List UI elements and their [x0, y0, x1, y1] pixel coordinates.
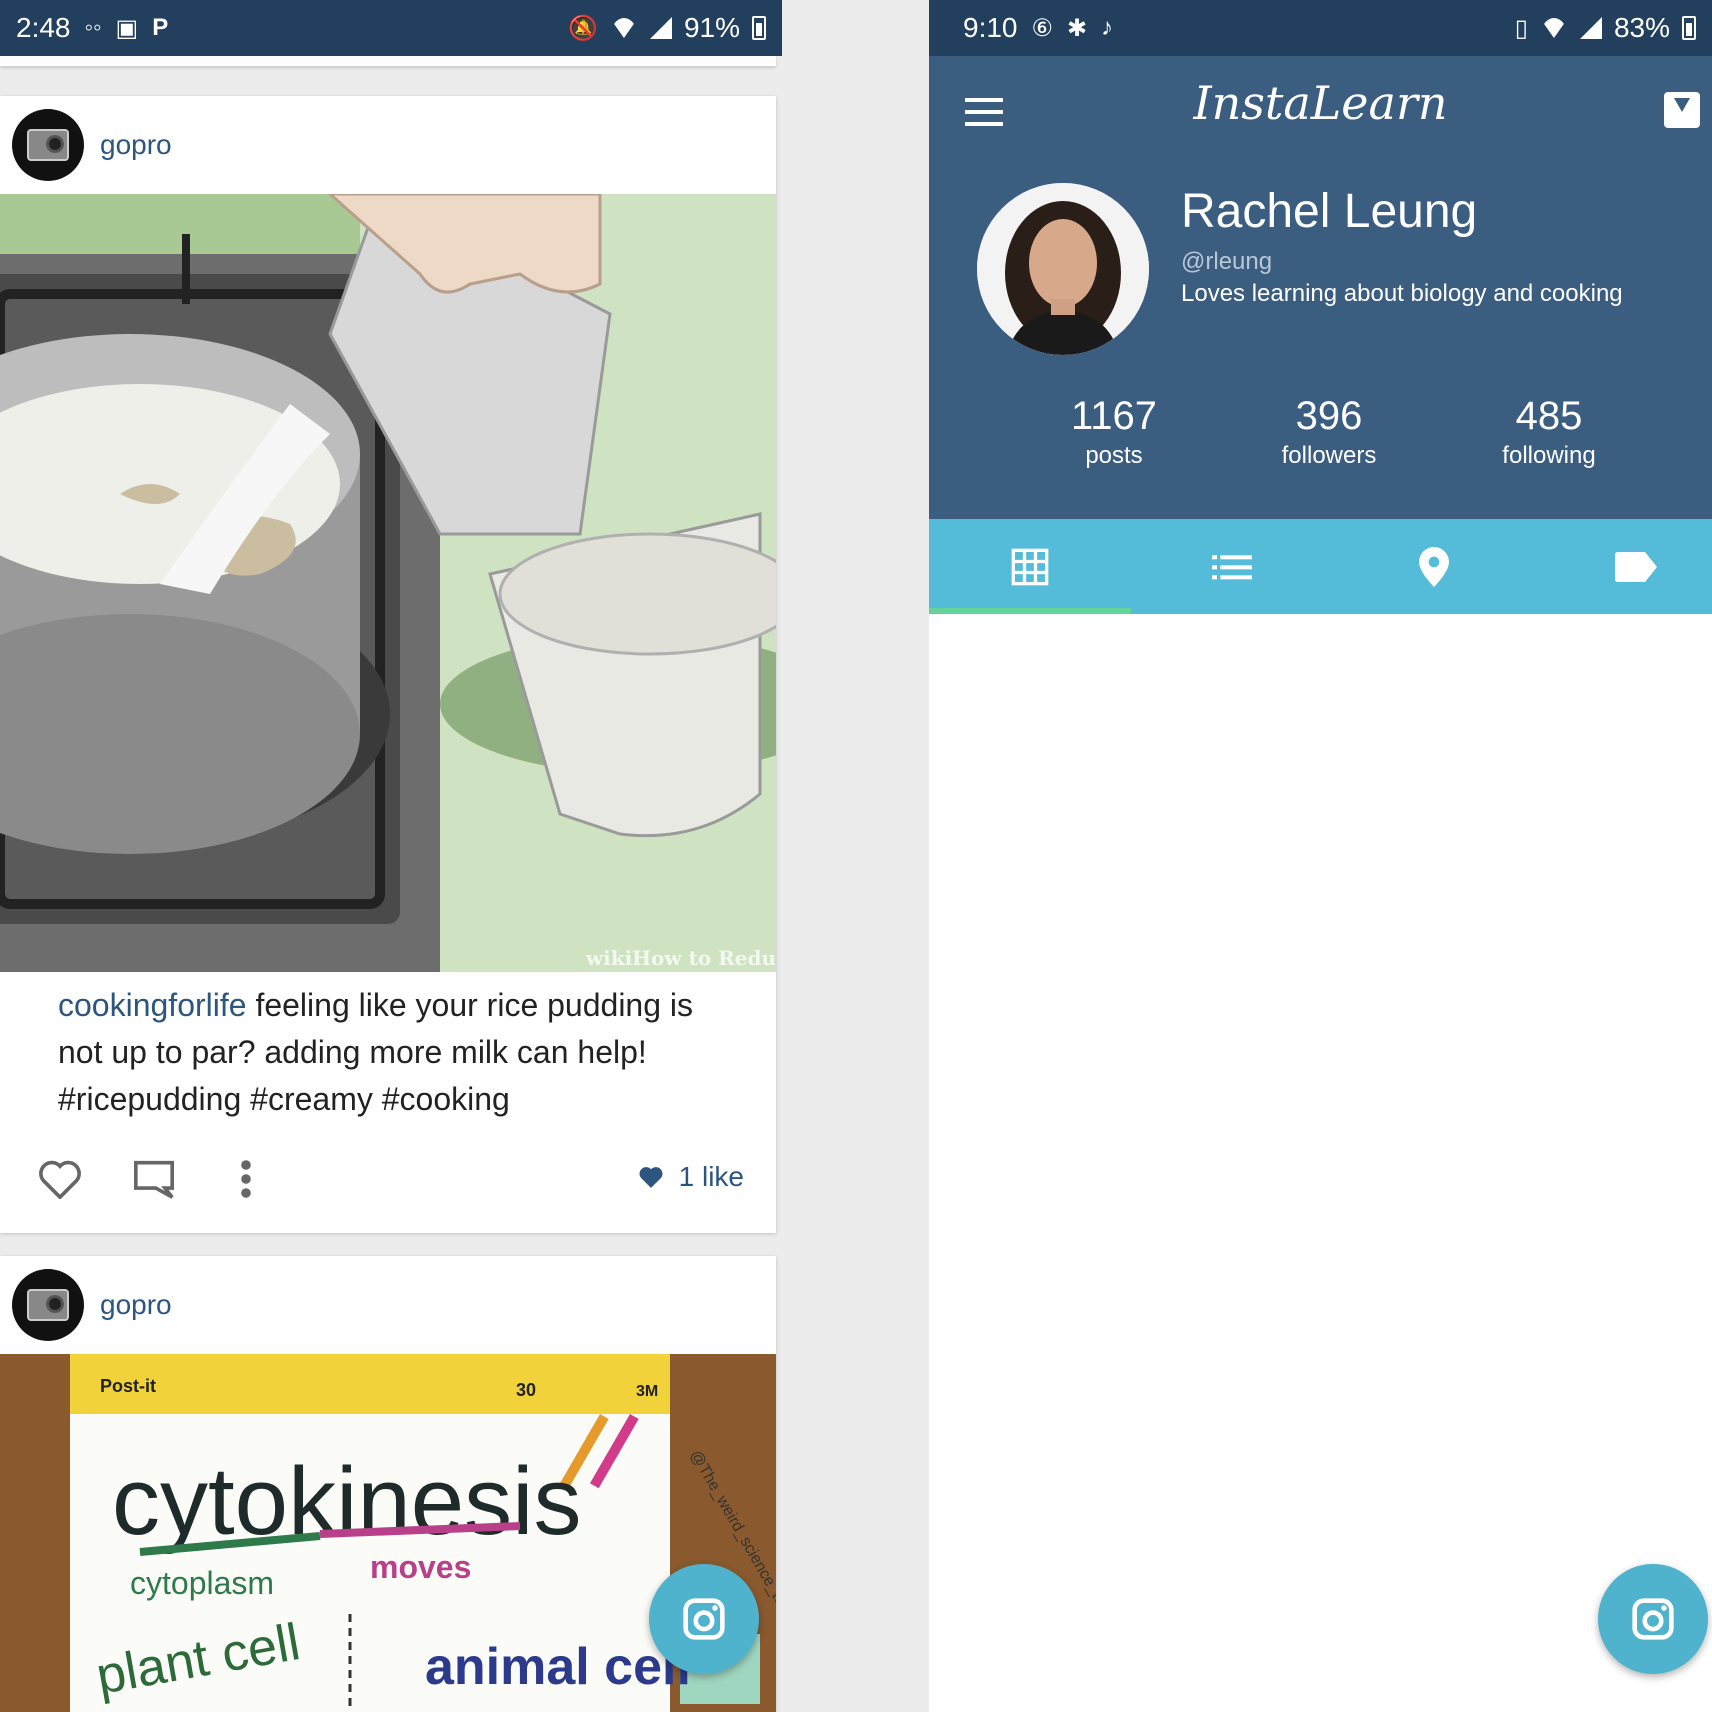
tab-tag[interactable]: [1535, 519, 1712, 614]
camera-icon: [683, 1598, 725, 1640]
profile-handle: @rleung: [1181, 248, 1273, 275]
status-bar: 9:10 ⑥ ✱ ♪ ▯ 83%: [929, 0, 1712, 56]
parking-icon: P: [152, 14, 169, 41]
more-options-icon[interactable]: [240, 1159, 252, 1204]
battery-icon: [752, 16, 766, 40]
vibrate-icon: ▯: [1514, 14, 1528, 42]
previous-post-card-edge: [0, 56, 776, 66]
app-logo: InstaLearn: [1193, 76, 1448, 130]
post-image[interactable]: wikiHow to Redu: [0, 194, 776, 972]
tag-icon: [1615, 551, 1657, 582]
status-time: 9:10: [963, 12, 1018, 43]
active-tab-indicator: [929, 608, 1131, 614]
tiktok-icon: ♪: [1101, 14, 1114, 41]
stat-followers[interactable]: 396 followers: [1229, 392, 1429, 472]
image-watermark: wikiHow to Redu: [585, 946, 776, 970]
post-image[interactable]: Post-it 30 3M cytokinesis cytoplasm move…: [0, 1354, 776, 1712]
image-icon: ▣: [115, 14, 139, 42]
tab-grid[interactable]: [929, 519, 1131, 614]
heart-filled-icon: [639, 1167, 663, 1188]
poster-maker: 3M: [636, 1383, 658, 1400]
heart-outline-icon[interactable]: [38, 1159, 82, 1204]
sync-app-icon: ⑥: [1031, 14, 1054, 42]
profile-bio: Loves learning about biology and cooking: [1181, 280, 1623, 307]
stat-value: 1167: [1070, 394, 1157, 438]
mute-notifications-icon: 🔕: [568, 14, 598, 42]
poster-animal: animal cell: [425, 1638, 691, 1696]
stat-label: followers: [1281, 442, 1377, 469]
like-count[interactable]: 1 like: [637, 1161, 744, 1193]
voicemail-icon: ◦◦: [84, 14, 102, 41]
location-pin-icon: [1419, 546, 1449, 587]
poster-title: cytokinesis: [112, 1448, 582, 1555]
profile-screen: InstaLearn Rachel Leung @rleung Loves le…: [929, 0, 1712, 1712]
signal-icon: [1579, 17, 1602, 39]
cytokinesis-poster-image: Post-it 30 3M cytokinesis cytoplasm move…: [0, 1354, 776, 1712]
battery-percent: 83%: [1613, 12, 1670, 43]
tab-location[interactable]: [1333, 519, 1535, 614]
stat-value: 396: [1295, 394, 1363, 438]
post-actions: 1 like: [0, 1123, 776, 1233]
signal-icon: [649, 17, 672, 39]
post-header[interactable]: gopro: [0, 96, 776, 194]
camera-icon: [1632, 1598, 1674, 1640]
caption-username[interactable]: cookingforlife: [58, 987, 247, 1023]
battery-percent: 91%: [683, 12, 740, 43]
like-count-label: 1 like: [678, 1161, 744, 1192]
feed-screen: gopro wikiHow to Redu cookingforlife fee…: [0, 0, 782, 1712]
avatar[interactable]: [12, 1269, 84, 1341]
wifi-icon: [610, 18, 638, 38]
stat-label: posts: [1085, 442, 1143, 469]
post-username[interactable]: gopro: [100, 1289, 172, 1321]
list-icon: [1212, 554, 1252, 579]
comment-icon[interactable]: [132, 1159, 176, 1204]
stat-posts[interactable]: 1167 posts: [1014, 392, 1214, 472]
post-header[interactable]: gopro: [0, 1256, 776, 1354]
battery-icon: [1682, 16, 1696, 40]
slack-icon: ✱: [1067, 14, 1088, 42]
post-caption: cookingforlife feeling like your rice pu…: [0, 972, 776, 1123]
status-bar: 2:48 ◦◦ ▣ P 🔕 91%: [0, 0, 782, 56]
camera-fab-button[interactable]: [649, 1564, 759, 1674]
tab-list[interactable]: [1131, 519, 1333, 614]
status-time: 2:48: [16, 12, 71, 43]
profile-header: InstaLearn Rachel Leung @rleung Loves le…: [929, 56, 1712, 519]
poster-count: 30: [516, 1380, 536, 1400]
wifi-icon: [1540, 18, 1568, 38]
profile-tab-bar: [929, 519, 1712, 614]
stat-value: 485: [1515, 394, 1583, 438]
poster-sub1: cytoplasm: [130, 1565, 274, 1601]
profile-name: Rachel Leung: [1181, 185, 1478, 238]
rice-pudding-illustration: [0, 194, 776, 972]
avatar[interactable]: [12, 109, 84, 181]
post-username[interactable]: gopro: [100, 129, 172, 161]
poster-sub2: moves: [370, 1549, 471, 1585]
camera-fab-button[interactable]: [1598, 1564, 1708, 1674]
stat-following[interactable]: 485 following: [1449, 392, 1649, 472]
download-icon[interactable]: [1664, 92, 1700, 128]
grid-icon: [1011, 548, 1049, 585]
poster-brand: Post-it: [100, 1376, 156, 1396]
stat-label: following: [1502, 442, 1596, 469]
profile-avatar[interactable]: [977, 183, 1149, 355]
feed-post: gopro wikiHow to Redu cookingforlife fee…: [0, 96, 776, 1233]
